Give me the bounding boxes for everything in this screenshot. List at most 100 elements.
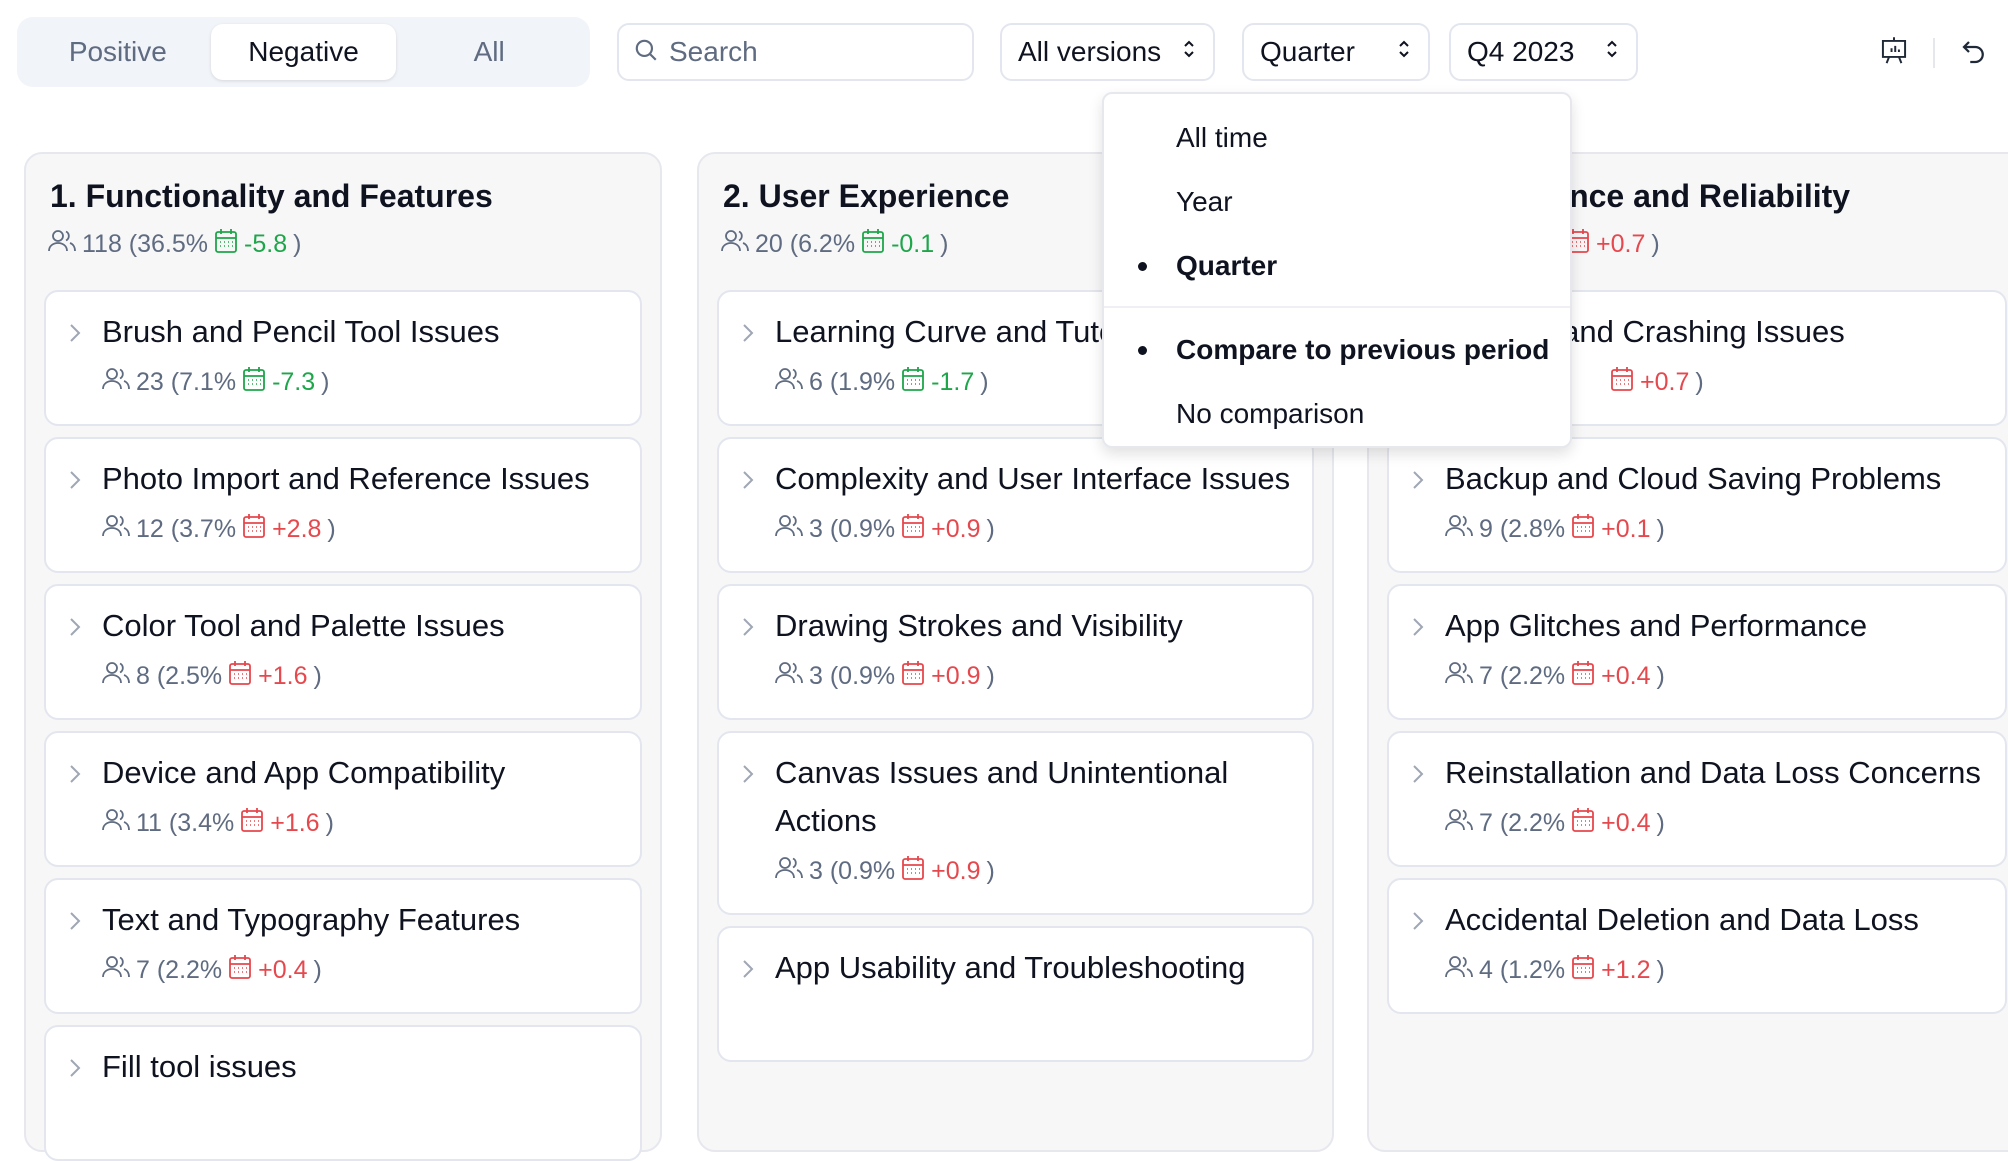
- mention-count: 7 (2.2%: [1479, 661, 1566, 690]
- mention-count: 3 (0.9%: [809, 514, 896, 543]
- topic-card[interactable]: Text and Typography Features 7 (2.2% +0.4): [44, 878, 642, 1014]
- chevron-up-down-icon: [1181, 36, 1197, 68]
- users-icon: [102, 367, 130, 398]
- period-change: -1.7: [931, 367, 975, 396]
- mention-count: 3 (0.9%: [809, 856, 896, 885]
- closing-paren: ): [325, 808, 334, 837]
- topic-card[interactable]: Complexity and User Interface Issues 3 (0…: [717, 437, 1314, 573]
- users-icon: [102, 955, 130, 986]
- calendar-icon: [901, 855, 925, 888]
- topic-title: App Glitches and Performance: [1445, 608, 1868, 643]
- menu-item-quarter[interactable]: Quarter: [1104, 234, 1570, 298]
- presentation-chart-icon[interactable]: [1876, 34, 1912, 70]
- chevron-right-icon[interactable]: [741, 322, 755, 349]
- topic-title: Complexity and User Interface Issues: [775, 461, 1291, 496]
- topic-card[interactable]: Brush and Pencil Tool Issues 23 (7.1% -7.3…: [44, 290, 642, 426]
- calendar-icon: [242, 366, 266, 399]
- undo-icon[interactable]: [1956, 34, 1992, 70]
- chevron-right-icon[interactable]: [68, 763, 82, 790]
- mention-stats: 12 (3.7% +2.8): [102, 511, 620, 547]
- topic-card[interactable]: App Glitches and Performance 7 (2.2% +0.4): [1387, 584, 2007, 720]
- users-icon: [102, 514, 130, 545]
- version-select[interactable]: All versions: [1000, 23, 1215, 81]
- mention-stats: 3 (0.9% +0.9): [775, 511, 1292, 547]
- menu-item-year[interactable]: Year: [1104, 170, 1570, 234]
- closing-paren: ): [327, 514, 336, 543]
- closing-paren: ): [1656, 955, 1665, 984]
- period-change: +1.6: [270, 808, 320, 837]
- chevron-right-icon[interactable]: [741, 469, 755, 496]
- search-input[interactable]: [669, 36, 959, 68]
- mention-count: 11 (3.4%: [136, 808, 235, 837]
- topic-title: Text and Typography Features: [102, 902, 521, 937]
- chevron-right-icon[interactable]: [741, 763, 755, 790]
- chevron-right-icon[interactable]: [68, 322, 82, 349]
- period-change: +1.2: [1601, 955, 1651, 984]
- topic-card[interactable]: Color Tool and Palette Issues 8 (2.5% +1.6…: [44, 584, 642, 720]
- topic-card[interactable]: Fill tool issues: [44, 1025, 642, 1161]
- period-change: +2.8: [272, 514, 322, 543]
- chevron-right-icon[interactable]: [1411, 910, 1425, 937]
- menu-item-no-comparison[interactable]: No comparison: [1104, 382, 1570, 446]
- version-select-value: All versions: [1018, 36, 1162, 67]
- mention-count: 7 (2.2%: [136, 955, 223, 984]
- menu-divider: [1104, 306, 1570, 308]
- mention-stats: 8 (2.5% +1.6): [102, 658, 620, 694]
- period-change: +0.7: [1596, 229, 1646, 258]
- topic-card[interactable]: Reinstallation and Data Loss Concerns 7 (…: [1387, 731, 2007, 867]
- topic-card[interactable]: Canvas Issues and Unintentional Actions 3…: [717, 731, 1314, 915]
- topic-card[interactable]: Accidental Deletion and Data Loss 4 (1.2%…: [1387, 878, 2007, 1014]
- menu-item-all-time[interactable]: All time: [1104, 106, 1570, 170]
- chevron-right-icon[interactable]: [1411, 616, 1425, 643]
- mention-stats: 7 (2.2% +0.4): [102, 952, 620, 988]
- topic-title: Reinstallation and Data Loss Concerns: [1445, 755, 1981, 790]
- topic-card[interactable]: Photo Import and Reference Issues 12 (3.7…: [44, 437, 642, 573]
- chevron-right-icon[interactable]: [68, 469, 82, 496]
- chevron-right-icon[interactable]: [68, 910, 82, 937]
- chevron-up-down-icon: [1396, 36, 1412, 68]
- menu-item-compare-previous[interactable]: Compare to previous period: [1104, 318, 1570, 382]
- tab-positive[interactable]: Positive: [25, 24, 211, 80]
- period-select[interactable]: Quarter: [1242, 23, 1430, 81]
- mention-count: 12 (3.7%: [136, 514, 237, 543]
- topic-title: Backup and Cloud Saving Problems: [1445, 461, 1942, 496]
- topic-list: Brush and Pencil Tool Issues 23 (7.1% -7.3…: [44, 290, 642, 1161]
- period-change: +0.4: [258, 955, 308, 984]
- mention-stats: [775, 1000, 1292, 1036]
- mention-stats: 7 (2.2% +0.4): [1445, 658, 1985, 694]
- category-column: 1. Functionality and Features 118 (36.5% -…: [24, 152, 662, 1161]
- chevron-right-icon[interactable]: [1411, 763, 1425, 790]
- chevron-right-icon[interactable]: [741, 616, 755, 643]
- closing-paren: ): [1656, 514, 1665, 543]
- calendar-icon: [1571, 807, 1595, 840]
- quarter-select[interactable]: Q4 2023: [1449, 23, 1638, 81]
- chevron-right-icon[interactable]: [68, 616, 82, 643]
- users-icon: [1445, 514, 1473, 545]
- mention-stats: 7 (2.2% +0.4): [1445, 805, 1985, 841]
- users-icon: [1445, 661, 1473, 692]
- users-icon: [775, 856, 803, 887]
- mention-count: 3 (0.9%: [809, 661, 896, 690]
- calendar-icon: [228, 660, 252, 693]
- users-icon: [1445, 955, 1473, 986]
- users-icon: [48, 229, 76, 260]
- period-change: +0.9: [931, 661, 981, 690]
- tab-negative[interactable]: Negative: [210, 24, 397, 80]
- topic-card[interactable]: Backup and Cloud Saving Problems 9 (2.8% +…: [1387, 437, 2007, 573]
- topic-title: App Usability and Troubleshooting: [775, 950, 1246, 985]
- chevron-right-icon[interactable]: [741, 958, 755, 985]
- closing-paren: ): [986, 514, 995, 543]
- topic-title: Device and App Compatibility: [102, 755, 506, 790]
- calendar-icon: [242, 513, 266, 546]
- chevron-right-icon[interactable]: [68, 1057, 82, 1084]
- tab-all[interactable]: All: [396, 24, 582, 80]
- sentiment-filter: Positive Negative All: [17, 17, 590, 87]
- topic-card[interactable]: App Usability and Troubleshooting: [717, 926, 1314, 1062]
- chevron-right-icon[interactable]: [1411, 469, 1425, 496]
- mention-stats: 9 (2.8% +0.1): [1445, 511, 1985, 547]
- calendar-icon: [901, 513, 925, 546]
- topic-card[interactable]: Device and App Compatibility 11 (3.4% +1.6…: [44, 731, 642, 867]
- topic-card[interactable]: Drawing Strokes and Visibility 3 (0.9% +0.…: [717, 584, 1314, 720]
- users-icon: [775, 367, 803, 398]
- calendar-icon: [1610, 366, 1634, 399]
